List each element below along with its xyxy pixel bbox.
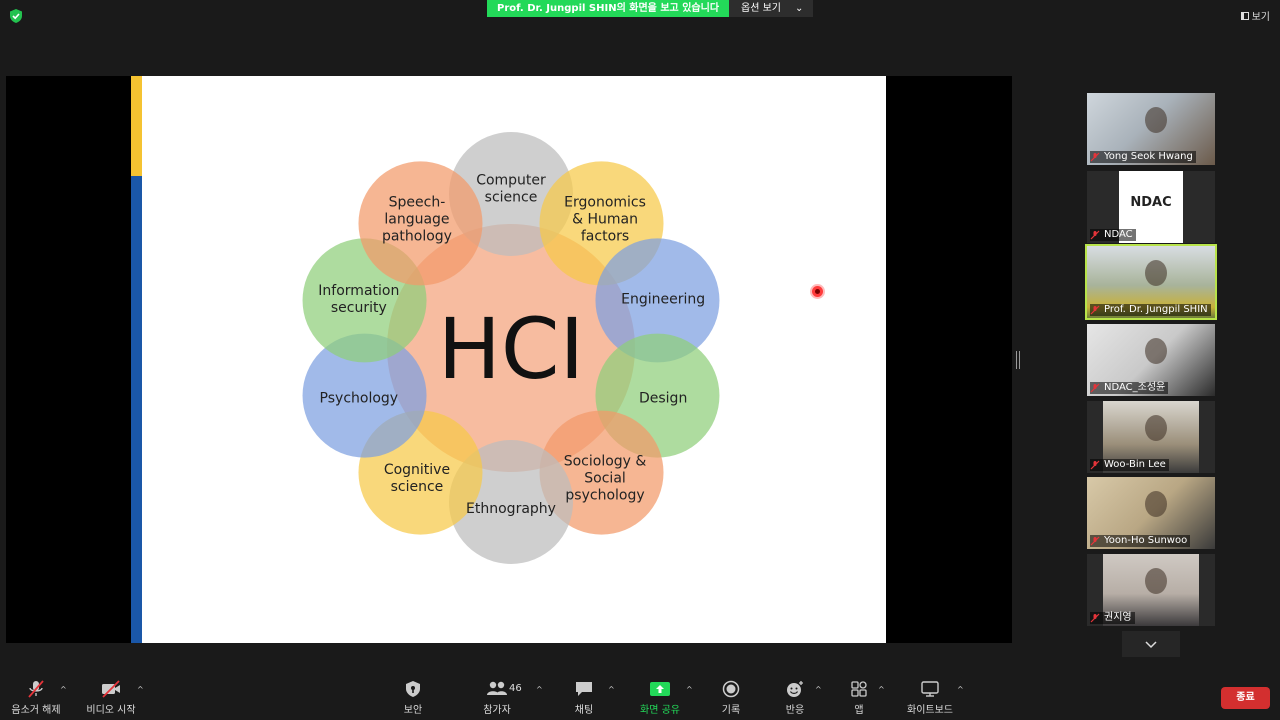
gallery-next-button[interactable]	[1122, 631, 1180, 657]
record-icon	[722, 680, 740, 698]
mic-muted-icon	[1090, 460, 1100, 470]
participant-name: Yoon-Ho Sunwoo	[1090, 535, 1191, 547]
hci-diagram: Computer science Ergonomics & Human factorsE…	[302, 132, 720, 564]
mic-muted-icon	[1090, 383, 1100, 393]
petal-label: Psychology	[320, 390, 399, 406]
mic-muted-icon	[1090, 613, 1100, 623]
view-button[interactable]: 보기	[1240, 8, 1270, 23]
shared-screen[interactable]: Computer science Ergonomics & Human factors E…	[6, 76, 1012, 643]
participants-options-caret[interactable]: ^	[536, 685, 543, 694]
participant-silhouette	[1145, 415, 1167, 441]
participant-tile[interactable]: Prof. Dr. Jungpil SHIN	[1085, 244, 1217, 320]
people-icon	[487, 681, 507, 695]
view-options-label: 옵션 보기	[741, 3, 782, 14]
petal-label: Design	[639, 390, 687, 406]
participant-tile[interactable]: 권지영	[1087, 554, 1215, 626]
petal-label: Engineering	[621, 292, 705, 308]
chat-icon	[576, 682, 592, 696]
screen-share-banner: Prof. Dr. Jungpil SHIN의 화면을 보고 있습니다 옵션 보…	[487, 0, 814, 17]
camera-off-icon	[102, 680, 120, 698]
mic-muted-icon	[1090, 152, 1100, 162]
share-screen-button[interactable]: 화면 공유	[636, 680, 684, 716]
participant-silhouette	[1145, 491, 1167, 517]
participant-silhouette	[1145, 338, 1167, 364]
participant-silhouette	[1145, 260, 1167, 286]
participant-name: Yong Seok Hwang	[1090, 151, 1196, 163]
record-button[interactable]: 기록	[715, 680, 747, 716]
unmute-label: 음소거 해제	[11, 705, 61, 716]
mic-muted-icon	[1090, 536, 1100, 546]
smiley-icon	[787, 681, 803, 697]
chat-options-caret[interactable]: ^	[608, 685, 615, 694]
view-options-button[interactable]: 옵션 보기 ⌄	[729, 0, 814, 17]
chevron-down-icon: ⌄	[795, 3, 804, 14]
share-screen-label: 화면 공유	[640, 705, 680, 716]
end-meeting-button[interactable]: 종료	[1221, 687, 1270, 709]
security-button[interactable]: 보안	[395, 680, 431, 716]
chevron-down-icon	[1145, 641, 1157, 649]
security-label: 보안	[403, 705, 423, 716]
petal-label: Cognitive science	[384, 462, 450, 495]
participant-name: Prof. Dr. Jungpil SHIN	[1090, 304, 1211, 316]
chat-label: 채팅	[574, 705, 594, 716]
presentation-slide: Computer science Ergonomics & Human factors E…	[131, 76, 886, 643]
laser-pointer	[812, 286, 823, 297]
participant-tile[interactable]: NDAC NDAC	[1087, 171, 1215, 243]
apps-options-caret[interactable]: ^	[878, 685, 885, 694]
petal-label: Ethnography	[466, 501, 556, 517]
reactions-options-caret[interactable]: ^	[815, 685, 822, 694]
share-status-label: Prof. Dr. Jungpil SHIN의 화면을 보고 있습니다	[487, 0, 730, 17]
start-video-label: 비디오 시작	[86, 705, 136, 716]
ndac-logo: NDAC	[1130, 195, 1172, 210]
participant-count: 46	[509, 683, 522, 694]
whiteboard-options-caret[interactable]: ^	[957, 685, 964, 694]
view-label: 보기	[1251, 12, 1270, 23]
unmute-button[interactable]: 음소거 해제	[10, 680, 62, 716]
apps-label: 앱	[854, 705, 864, 716]
layout-icon	[1240, 11, 1249, 20]
mic-muted-icon	[1090, 305, 1100, 315]
reactions-label: 반응	[785, 705, 805, 716]
participants-label: 참가자	[483, 705, 511, 716]
share-options-caret[interactable]: ^	[686, 685, 693, 694]
mic-muted-icon	[28, 680, 44, 698]
petal-label: Speech-language pathology	[382, 195, 452, 245]
mic-muted-icon	[1090, 230, 1100, 240]
shield-icon	[406, 681, 420, 697]
panel-resize-handle[interactable]	[1016, 351, 1020, 369]
record-label: 기록	[721, 705, 741, 716]
start-video-button[interactable]: 비디오 시작	[85, 680, 137, 716]
share-screen-icon	[650, 682, 670, 696]
participant-name: NDAC_조성윤	[1090, 382, 1169, 394]
participant-tile[interactable]: Yong Seok Hwang	[1087, 93, 1215, 165]
participant-silhouette	[1145, 568, 1167, 594]
meeting-toolbar: 음소거 해제 ^ 비디오 시작 ^ 보안 참가자 46 ^ 채팅 ^ 화면 공유…	[0, 670, 1280, 720]
top-bar: Prof. Dr. Jungpil SHIN의 화면을 보고 있습니다 옵션 보…	[0, 0, 1280, 32]
chat-button[interactable]: 채팅	[566, 680, 602, 716]
participant-silhouette	[1145, 107, 1167, 133]
audio-options-caret[interactable]: ^	[60, 685, 67, 694]
apps-icon	[851, 681, 867, 697]
shield-icon[interactable]	[9, 9, 23, 23]
petal-label: Computer science	[476, 173, 546, 206]
whiteboard-icon	[921, 681, 939, 697]
video-options-caret[interactable]: ^	[137, 685, 144, 694]
participant-tile[interactable]: NDAC_조성윤	[1087, 324, 1215, 396]
hci-center-label: HCI	[438, 300, 585, 398]
whiteboard-label: 화이트보드	[907, 705, 953, 716]
participant-name: Woo-Bin Lee	[1090, 459, 1169, 471]
apps-button[interactable]: 앱	[846, 680, 872, 716]
reactions-button[interactable]: 반응	[779, 680, 811, 716]
participant-tile[interactable]: Yoon-Ho Sunwoo	[1087, 477, 1215, 549]
whiteboard-button[interactable]: 화이트보드	[902, 680, 958, 716]
participant-tile[interactable]: Woo-Bin Lee	[1087, 401, 1215, 473]
